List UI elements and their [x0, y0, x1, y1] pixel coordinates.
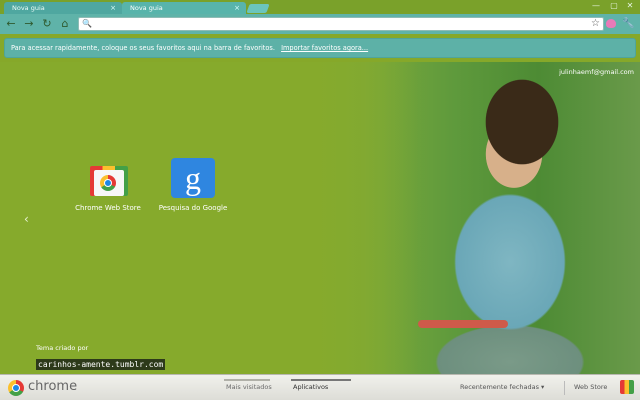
chrome-wordmark: chrome — [28, 379, 78, 394]
tab-close-icon[interactable]: × — [110, 2, 116, 14]
bookmark-star-icon[interactable]: ☆ — [591, 18, 600, 30]
wrench-menu-icon[interactable]: 🔧 — [622, 17, 634, 31]
reload-button[interactable]: ↻ — [40, 17, 54, 31]
new-tab-page: julinhaemf@gmail.com ‹ Chrome Web Store … — [0, 62, 640, 374]
infobar-text: Para acessar rapidamente, coloque os seu… — [11, 44, 275, 52]
tab-nova-guia-1[interactable]: Nova guia × — [4, 2, 122, 14]
tab-close-icon[interactable]: × — [234, 2, 240, 14]
close-window-button[interactable]: ✕ — [622, 1, 638, 11]
title-bar: Nova guia × Nova guia × — ▢ ✕ — [0, 0, 640, 14]
search-icon: 🔍 — [82, 19, 92, 28]
arrow-left-icon: ← — [6, 17, 16, 30]
chrome-logo-icon — [8, 380, 24, 396]
web-store-icon[interactable] — [620, 380, 634, 394]
bookmarks-infobar: Para acessar rapidamente, coloque os seu… — [4, 38, 636, 58]
chevron-left-icon[interactable]: ‹ — [24, 212, 29, 226]
forward-button[interactable]: → — [22, 17, 36, 31]
chrome-web-store-icon — [86, 158, 130, 198]
back-button[interactable]: ← — [4, 17, 18, 31]
credit-url: carinhos-amente.tumblr.com — [36, 359, 166, 370]
google-search-icon: g — [171, 158, 215, 198]
new-tab-button[interactable] — [246, 4, 270, 13]
home-icon: ⌂ — [61, 17, 69, 30]
minimize-button[interactable]: — — [588, 1, 604, 11]
app-label: Pesquisa do Google — [158, 204, 228, 212]
tab-label: Nova guia — [130, 4, 163, 12]
arrow-right-icon: → — [24, 17, 34, 30]
toolbar: ← → ↻ ⌂ 🔍 ☆ 🔧 — [0, 14, 640, 34]
restore-button[interactable]: ▢ — [606, 1, 622, 11]
divider — [564, 381, 565, 395]
theme-credit: Tema criado por carinhos-amente.tumblr.c… — [36, 344, 166, 371]
web-store-link[interactable]: Web Store — [574, 383, 607, 391]
theme-background-image — [300, 62, 640, 374]
tab-mais-visitados[interactable]: Mais visitados — [226, 383, 272, 391]
tab-nova-guia-2[interactable]: Nova guia × — [122, 2, 246, 14]
user-email[interactable]: julinhaemf@gmail.com — [559, 68, 634, 76]
omnibox-input[interactable] — [93, 19, 573, 29]
tab-aplicativos[interactable]: Aplicativos — [293, 383, 328, 391]
ntp-footer: chrome Mais visitados Aplicativos Recent… — [0, 374, 640, 400]
credit-line: Tema criado por — [36, 344, 89, 352]
browser-window: Nova guia × Nova guia × — ▢ ✕ ← → ↻ ⌂ 🔍 … — [0, 0, 640, 400]
omnibox[interactable]: 🔍 ☆ — [78, 17, 604, 31]
reload-icon: ↻ — [42, 17, 52, 30]
import-bookmarks-link[interactable]: Importar favoritos agora... — [281, 44, 368, 52]
app-google-search[interactable]: g Pesquisa do Google — [143, 158, 243, 212]
home-button[interactable]: ⌂ — [58, 17, 72, 31]
recently-closed-menu[interactable]: Recentemente fechadas ▾ — [460, 383, 544, 391]
tab-label: Nova guia — [12, 4, 45, 12]
extension-heart-icon[interactable] — [606, 19, 616, 28]
